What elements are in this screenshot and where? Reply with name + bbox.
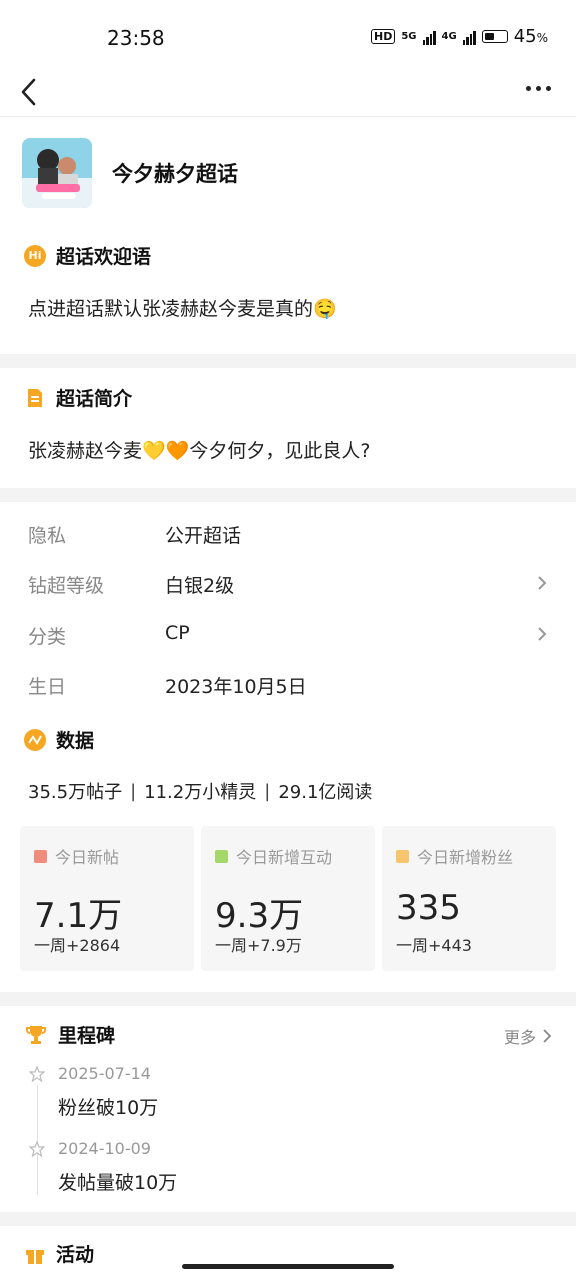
chevron-left-icon [21, 78, 36, 106]
star-outline-icon [29, 1141, 45, 1157]
nav-bar [0, 60, 576, 117]
info-value: CP [165, 622, 190, 644]
timeline-line [37, 1085, 38, 1195]
card-value: 9.3万 [215, 896, 304, 936]
section-divider [0, 992, 576, 1006]
stats-fans: 11.2万小精灵 [144, 782, 257, 803]
stat-card-interactions[interactable]: 今日新增互动 9.3万 一周+7.9万 [201, 826, 375, 971]
info-value: 公开超话 [165, 525, 242, 547]
milestone-text: 粉丝破10万 [58, 1097, 159, 1119]
data-trend-icon [24, 728, 46, 751]
home-indicator[interactable] [182, 1264, 394, 1269]
stats-posts: 35.5万帖子 [28, 782, 123, 803]
network-5g-label: 5G [401, 31, 417, 42]
activity-header: 活动 [24, 1240, 94, 1267]
avatar-image [22, 138, 92, 208]
card-label: 今日新帖 [55, 848, 120, 867]
more-button[interactable] [518, 68, 558, 108]
milestone-date: 2025-07-14 [58, 1064, 151, 1083]
milestone-more-link[interactable]: 更多 [504, 1024, 552, 1048]
more-dots-icon [525, 85, 531, 91]
summary-separator: | [130, 780, 137, 802]
milestone-date: 2024-10-09 [58, 1139, 151, 1158]
card-value: 335 [396, 888, 461, 928]
document-icon [28, 388, 42, 407]
info-row-category[interactable]: 分类 CP [28, 614, 548, 654]
info-value: 2023年10月5日 [165, 676, 307, 698]
signal-icon [422, 29, 436, 45]
info-row-level[interactable]: 钻超等级 白银2级 [28, 563, 548, 603]
info-row-birthday: 生日 2023年10月5日 [28, 664, 548, 704]
intro-header: 超话简介 [24, 384, 132, 411]
supertopic-title: 今夕赫夕超话 [112, 162, 238, 186]
info-key: 分类 [28, 626, 67, 648]
stat-card-new-fans[interactable]: 今日新增粉丝 335 一周+443 [382, 826, 556, 971]
hd-icon: HD [371, 29, 396, 44]
milestone-heading: 里程碑 [58, 1025, 116, 1047]
network-4g-label: 4G [441, 31, 457, 42]
summary-separator: | [264, 780, 271, 802]
section-divider [0, 1212, 576, 1226]
activity-heading: 活动 [56, 1244, 95, 1266]
gift-icon [26, 1249, 44, 1264]
chevron-right-icon [538, 627, 547, 641]
milestone-text: 发帖量破10万 [58, 1172, 178, 1194]
card-week: 一周+7.9万 [215, 936, 302, 955]
chevron-right-icon [538, 576, 547, 590]
stats-summary: 35.5万帖子 | 11.2万小精灵 | 29.1亿阅读 [28, 778, 372, 804]
section-divider [0, 354, 576, 368]
info-value: 白银2级 [165, 575, 235, 597]
back-button[interactable] [12, 68, 52, 108]
stats-heading: 数据 [56, 730, 95, 752]
status-icons: HD 5G 4G 45% [371, 26, 548, 47]
card-week: 一周+2864 [34, 936, 121, 955]
hi-icon: Hi [24, 244, 46, 267]
stats-header: 数据 [24, 726, 94, 753]
card-label: 今日新增粉丝 [417, 848, 514, 867]
status-time: 23:58 [107, 26, 165, 50]
intro-text: 张凌赫赵今麦💛🧡今夕何夕，见此良人? [28, 440, 371, 462]
stat-card-new-posts[interactable]: 今日新帖 7.1万 一周+2864 [20, 826, 194, 971]
legend-square [215, 849, 228, 863]
info-row-privacy: 隐私 公开超话 [28, 513, 548, 553]
welcome-text: 点进超话默认张凌赫赵今麦是真的🤤 [28, 298, 337, 320]
signal-icon-2 [462, 29, 476, 45]
stats-reads: 29.1亿阅读 [278, 782, 373, 803]
battery-icon [481, 30, 508, 43]
card-label: 今日新增互动 [236, 848, 333, 867]
legend-square [34, 849, 47, 863]
milestone-header: 里程碑 [24, 1021, 115, 1048]
section-divider [0, 488, 576, 502]
welcome-heading: 超话欢迎语 [56, 246, 152, 268]
intro-heading: 超话简介 [56, 388, 133, 410]
info-key: 钻超等级 [28, 575, 105, 597]
info-key: 隐私 [28, 525, 67, 547]
card-week: 一周+443 [396, 936, 472, 955]
star-outline-icon [29, 1066, 45, 1082]
legend-square [396, 849, 409, 863]
more-label: 更多 [503, 1028, 536, 1047]
battery-level: 45% [513, 26, 548, 47]
chevron-right-icon [543, 1029, 552, 1043]
supertopic-avatar[interactable] [22, 138, 92, 208]
trophy-icon [26, 1025, 46, 1044]
welcome-header: Hi 超话欢迎语 [24, 242, 151, 269]
card-value: 7.1万 [34, 896, 123, 936]
info-key: 生日 [28, 676, 67, 698]
